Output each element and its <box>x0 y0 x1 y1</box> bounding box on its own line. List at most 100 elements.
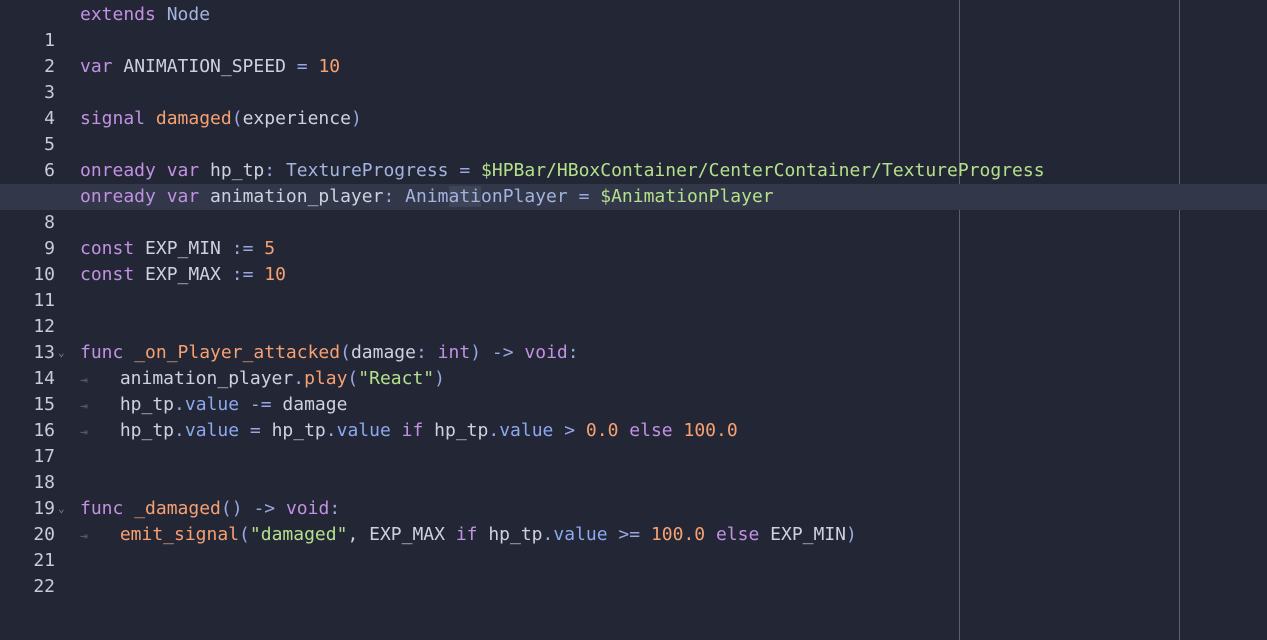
code-line[interactable]: 1 extends Node <box>0 2 1267 51</box>
function-name: _on_Player_attacked <box>134 342 341 363</box>
identifier: experience <box>242 108 351 129</box>
operator: . <box>174 394 185 415</box>
type-name: onPlayer <box>481 186 568 207</box>
class-name: Node <box>166 4 211 25</box>
identifier: animation_player <box>119 368 294 389</box>
member: value <box>336 420 391 441</box>
keyword: const <box>80 238 135 259</box>
paren: ) <box>231 498 243 519</box>
paren: ( <box>340 342 351 363</box>
line-code[interactable]: ⇥ animation_player.play("React") <box>80 366 445 394</box>
operator: := <box>231 238 254 259</box>
code-line[interactable]: 16 ⇥ hp_tp.value -= damage <box>0 392 1267 441</box>
operator: . <box>488 420 500 441</box>
current-code-line[interactable]: 8 onready var animation_player: Animatio… <box>0 184 1267 233</box>
operator: = <box>578 186 590 207</box>
code-line[interactable]: 7 onready var hp_tp: TextureProgress = $… <box>0 158 1267 207</box>
code-line[interactable]: 21 ⇥ emit_signal("damaged", EXP_MAX if hp… <box>0 522 1267 571</box>
line-code[interactable]: extends Node <box>80 2 210 28</box>
word-highlight: ati <box>448 186 482 207</box>
code-line[interactable]: 14 ⌄ func _on_Player_attacked(damage: in… <box>0 340 1267 389</box>
code-line[interactable]: 2 <box>0 28 1267 77</box>
identifier: damage <box>271 394 348 415</box>
code-line[interactable]: 15 ⇥ animation_player.play("React") <box>0 366 1267 415</box>
line-code[interactable]: onready var animation_player: AnimationP… <box>80 184 774 210</box>
line-code[interactable]: ⇥ emit_signal("damaged", EXP_MAX if hp_tp… <box>80 522 857 550</box>
line-code[interactable]: const EXP_MAX := 10 <box>80 262 286 288</box>
keyword: onready <box>80 186 156 207</box>
function-name: emit_signal <box>119 524 240 545</box>
paren: ) <box>434 368 445 389</box>
identifier: hp_tp <box>423 420 489 441</box>
line-code[interactable]: var ANIMATION_SPEED = 10 <box>80 54 340 80</box>
code-editor[interactable]: 1 extends Node 2 3 var ANIMATION_SPEED =… <box>0 0 1267 640</box>
code-line[interactable]: 19 <box>0 470 1267 519</box>
operator: = <box>296 56 308 77</box>
keyword: var <box>80 56 113 77</box>
code-line[interactable]: 17 ⇥ hp_tp.value = hp_tp.value if hp_tp.v… <box>0 418 1267 467</box>
builtin-type: int <box>437 342 471 363</box>
code-line[interactable]: 3 var ANIMATION_SPEED = 10 <box>0 54 1267 103</box>
string-literal: "React" <box>358 368 435 389</box>
member: value <box>499 420 554 441</box>
identifier: hp_tp <box>477 524 543 545</box>
type-name: TextureProgress <box>285 160 449 181</box>
code-line[interactable]: 10 const EXP_MIN := 5 <box>0 236 1267 285</box>
string-literal: "damaged" <box>249 524 348 545</box>
code-line[interactable]: 5 signal damaged(experience) <box>0 106 1267 155</box>
line-code[interactable]: signal damaged(experience) <box>80 106 362 132</box>
code-line[interactable]: 22 <box>0 548 1267 597</box>
keyword: if <box>401 420 424 441</box>
code-line[interactable]: 11 const EXP_MAX := 10 <box>0 262 1267 311</box>
code-line[interactable]: 20 ⌄ func _damaged() -> void: <box>0 496 1267 545</box>
code-line[interactable]: 18 <box>0 444 1267 493</box>
fold-chevron-icon[interactable]: ⌄ <box>58 496 65 522</box>
keyword: const <box>80 264 135 285</box>
operator: . <box>293 368 305 389</box>
fold-chevron-icon[interactable]: ⌄ <box>58 340 65 366</box>
line-code[interactable]: func _damaged() -> void: <box>80 496 340 522</box>
line-code[interactable]: ⇥ hp_tp.value = hp_tp.value if hp_tp.valu… <box>80 418 738 446</box>
code-line[interactable]: 13 <box>0 314 1267 363</box>
number-literal: 0.0 <box>585 420 619 441</box>
line-code[interactable]: const EXP_MIN := 5 <box>80 236 275 262</box>
operator: : <box>567 342 579 363</box>
code-line[interactable]: 9 <box>0 210 1267 259</box>
code-lines[interactable]: 1 extends Node 2 3 var ANIMATION_SPEED =… <box>0 2 1267 597</box>
code-line[interactable]: 6 <box>0 132 1267 181</box>
operator: = <box>459 160 471 181</box>
keyword: onready <box>80 160 156 181</box>
line-number: 22 <box>33 576 55 597</box>
operator: -> <box>253 498 276 519</box>
builtin-type: void <box>524 342 568 363</box>
identifier: EXP_MIN <box>134 238 232 259</box>
operator: >= <box>618 524 641 545</box>
code-line[interactable]: 4 <box>0 80 1267 129</box>
line-code[interactable]: ⇥ hp_tp.value -= damage <box>80 392 347 420</box>
code-line[interactable]: 12 <box>0 288 1267 337</box>
tab-indent-icon: ⇥ <box>80 399 88 414</box>
line-code[interactable]: onready var hp_tp: TextureProgress = $HP… <box>80 158 1045 184</box>
keyword: else <box>629 420 673 441</box>
node-path: $HPBar/HBoxContainer/CenterContainer/Tex… <box>481 160 1045 181</box>
operator: : <box>383 186 395 207</box>
line-code[interactable]: func _on_Player_attacked(damage: int) ->… <box>80 340 579 366</box>
operator: : <box>415 342 427 363</box>
